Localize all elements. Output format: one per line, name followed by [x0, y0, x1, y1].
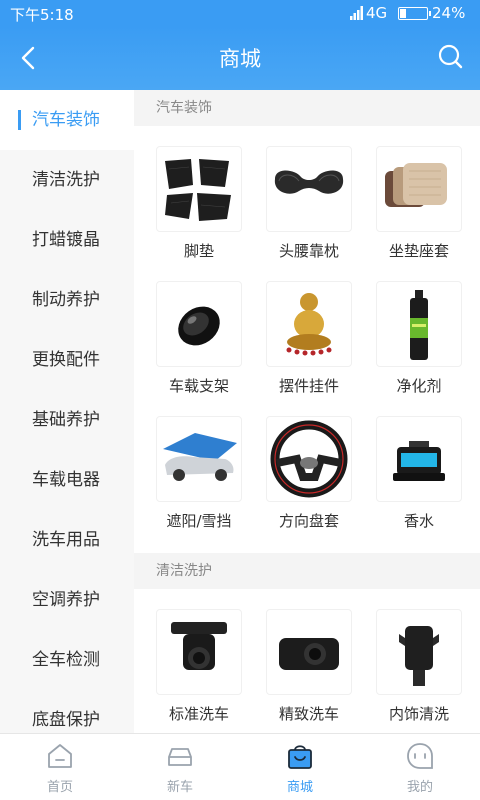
sidebar-item-inspection[interactable]: 全车检测	[0, 630, 134, 690]
section-title: 汽车装饰	[134, 90, 480, 126]
floor-mat-image	[156, 146, 242, 232]
product-card[interactable]: 摆件挂件	[254, 281, 364, 404]
status-bar: 下午5:18 4G 24%	[0, 0, 480, 26]
status-time: 下午5:18	[10, 6, 74, 24]
charger-holder-image	[376, 609, 462, 695]
product-label: 内饰清洗	[388, 705, 449, 723]
tab-label: 商城	[286, 780, 313, 795]
product-label: 坐垫座套	[388, 242, 449, 260]
product-card[interactable]: 标准洗车	[144, 609, 254, 732]
dashcam-image	[156, 609, 242, 695]
seat-cushion-image	[376, 146, 462, 232]
tab-mine[interactable]: 我的	[360, 734, 480, 800]
search-icon[interactable]	[436, 42, 466, 72]
shopping-bag-icon	[288, 745, 312, 769]
app-header: 商城	[0, 26, 480, 90]
section-title: 清洁洗护	[134, 553, 480, 589]
product-label: 脚垫	[183, 242, 214, 260]
tab-new-car[interactable]: 新车	[120, 734, 240, 800]
product-label: 车载支架	[168, 377, 229, 395]
sidebar-item-waxing[interactable]: 打蜡镀晶	[0, 210, 134, 270]
spray-can-image	[376, 281, 462, 367]
tab-label: 首页	[46, 780, 73, 795]
sidebar-item-basic-care[interactable]: 基础养护	[0, 390, 134, 450]
product-card[interactable]: 车载支架	[144, 281, 254, 404]
product-grid: 标准洗车 精致洗车 内饰清洗	[134, 589, 480, 733]
chat-bubble-icon	[407, 743, 433, 769]
product-card[interactable]: 香水	[364, 416, 474, 539]
product-label: 香水	[403, 512, 434, 530]
product-card[interactable]: 方向盘套	[254, 416, 364, 539]
neck-pillow-image	[266, 146, 352, 232]
camera-device-image	[266, 609, 352, 695]
product-label: 方向盘套	[278, 512, 339, 530]
sidebar-item-brake-care[interactable]: 制动养护	[0, 270, 134, 330]
tab-label: 新车	[166, 780, 193, 795]
home-icon	[48, 744, 72, 768]
steering-wheel-image	[266, 416, 352, 502]
product-card[interactable]: 内饰清洗	[364, 609, 474, 732]
product-card[interactable]: 脚垫	[144, 146, 254, 269]
product-grid: 脚垫 头腰靠枕 坐垫座套 车载支架 摆件挂件 净化剂 遮阳/雪挡 方向盘套 香水	[134, 126, 480, 547]
product-label: 精致洗车	[278, 705, 339, 723]
car-perfume-image	[376, 416, 462, 502]
tab-mall[interactable]: 商城	[240, 734, 360, 800]
battery-icon	[398, 7, 431, 20]
sidebar-item-wash-supplies[interactable]: 洗车用品	[0, 510, 134, 570]
sidebar-item-decoration[interactable]: 汽车装饰	[0, 90, 134, 150]
signal-icon	[350, 6, 363, 20]
product-label: 净化剂	[396, 377, 442, 395]
tab-home[interactable]: 首页	[0, 734, 120, 800]
tab-label: 我的	[406, 780, 433, 795]
page-title: 商城	[219, 47, 261, 71]
product-card[interactable]: 遮阳/雪挡	[144, 416, 254, 539]
product-panel: 汽车装饰 脚垫 头腰靠枕 坐垫座套 车载支架 摆件挂件 净化剂 遮阳/雪挡 方向…	[134, 90, 480, 733]
battery-fill	[400, 9, 406, 18]
product-card[interactable]: 精致洗车	[254, 609, 364, 732]
sidebar-item-cleaning[interactable]: 清洁洗护	[0, 150, 134, 210]
car-sunshade-image	[156, 416, 242, 502]
sidebar-item-parts[interactable]: 更换配件	[0, 330, 134, 390]
phone-holder-image	[156, 281, 242, 367]
bottom-nav: 首页 新车 商城 我的	[0, 733, 480, 800]
sidebar-item-electronics[interactable]: 车载电器	[0, 450, 134, 510]
product-card[interactable]: 净化剂	[364, 281, 474, 404]
sidebar-item-chassis[interactable]: 底盘保护	[0, 690, 134, 733]
category-sidebar: 汽车装饰 清洁洗护 打蜡镀晶 制动养护 更换配件 基础养护 车载电器 洗车用品 …	[0, 90, 134, 733]
sidebar-item-ac-care[interactable]: 空调养护	[0, 570, 134, 630]
product-label: 摆件挂件	[278, 377, 339, 395]
car-icon	[168, 748, 192, 766]
product-card[interactable]: 坐垫座套	[364, 146, 474, 269]
product-label: 头腰靠枕	[278, 242, 339, 260]
network-type: 4G	[366, 4, 388, 22]
product-label: 标准洗车	[168, 705, 229, 723]
product-label: 遮阳/雪挡	[166, 512, 232, 530]
battery-percent: 24%	[432, 4, 466, 22]
ornament-image	[266, 281, 352, 367]
product-card[interactable]: 头腰靠枕	[254, 146, 364, 269]
